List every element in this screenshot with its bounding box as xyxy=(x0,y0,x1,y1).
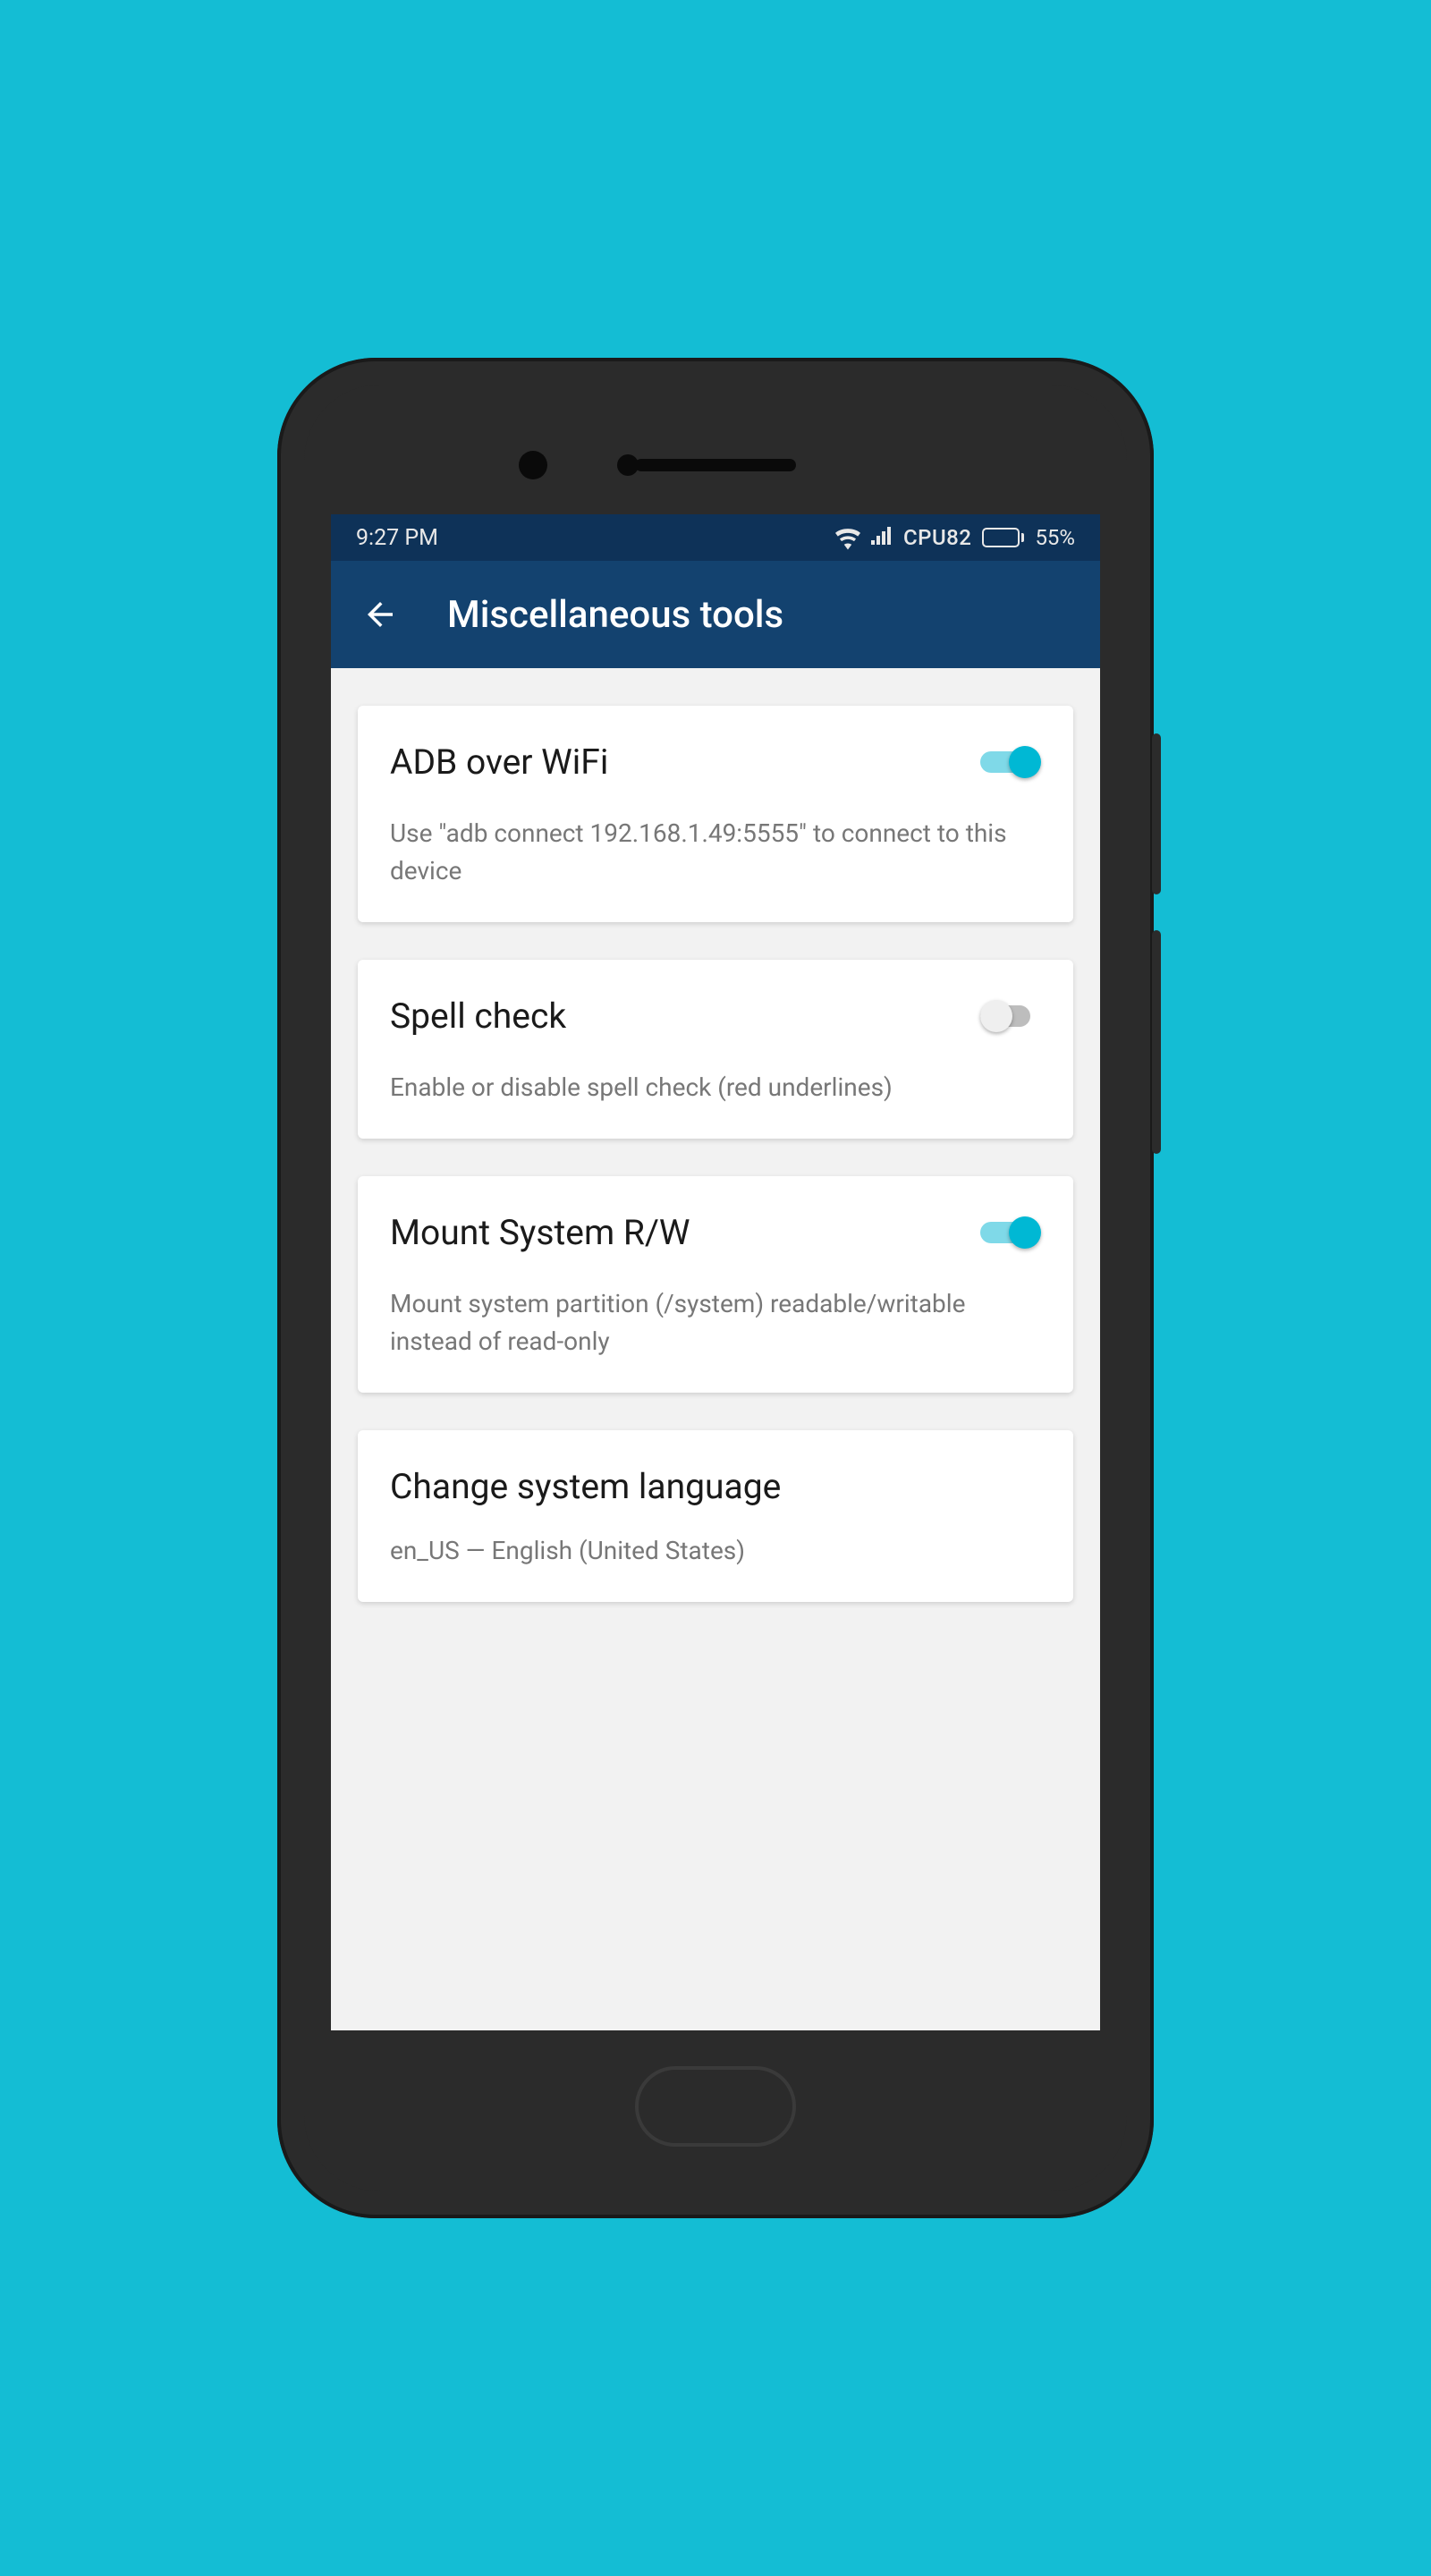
page-title: Miscellaneous tools xyxy=(447,593,783,637)
card-description: Mount system partition (/system) readabl… xyxy=(390,1285,1041,1360)
phone-inner: 9:27 PM CPU82 55% xyxy=(304,385,1127,2191)
toggle-mount-system-rw[interactable] xyxy=(980,1216,1041,1249)
card-description: Use "adb connect 192.168.1.49:5555" to c… xyxy=(390,815,1041,890)
card-description: Enable or disable spell check (red under… xyxy=(390,1069,1041,1106)
battery-icon xyxy=(982,528,1024,547)
card-title: Change system language xyxy=(390,1466,781,1507)
sensor-dot xyxy=(617,454,639,476)
content-area: ADB over WiFi Use "adb connect 192.168.1… xyxy=(331,668,1100,1640)
phone-device-frame: 9:27 PM CPU82 55% xyxy=(277,358,1154,2218)
screen: 9:27 PM CPU82 55% xyxy=(331,514,1100,2030)
card-title: Spell check xyxy=(390,996,566,1037)
signal-icon xyxy=(871,525,893,551)
side-button xyxy=(1152,733,1161,894)
card-change-system-language[interactable]: Change system language en_US — English (… xyxy=(358,1430,1073,1602)
status-bar: 9:27 PM CPU82 55% xyxy=(331,514,1100,561)
arrow-back-icon xyxy=(361,596,399,633)
card-adb-over-wifi[interactable]: ADB over WiFi Use "adb connect 192.168.1… xyxy=(358,706,1073,922)
app-bar: Miscellaneous tools xyxy=(331,561,1100,668)
status-time: 9:27 PM xyxy=(356,525,438,551)
side-button xyxy=(1152,930,1161,1154)
card-title: ADB over WiFi xyxy=(390,741,608,783)
battery-percent: 55% xyxy=(1035,525,1075,550)
cpu-label: CPU82 xyxy=(903,525,971,550)
speaker-slot xyxy=(635,459,796,471)
speaker-area xyxy=(304,385,1127,514)
card-description: en_US — English (United States) xyxy=(390,1532,1041,1570)
card-title: Mount System R/W xyxy=(390,1212,690,1253)
wifi-icon xyxy=(835,528,860,547)
back-button[interactable] xyxy=(358,592,402,637)
camera-dot xyxy=(519,451,547,479)
card-spell-check[interactable]: Spell check Enable or disable spell chec… xyxy=(358,960,1073,1139)
status-right: CPU82 55% xyxy=(835,525,1075,551)
toggle-spell-check[interactable] xyxy=(980,1000,1041,1032)
home-button[interactable] xyxy=(635,2066,796,2147)
toggle-adb-over-wifi[interactable] xyxy=(980,746,1041,778)
card-mount-system-rw[interactable]: Mount System R/W Mount system partition … xyxy=(358,1176,1073,1393)
